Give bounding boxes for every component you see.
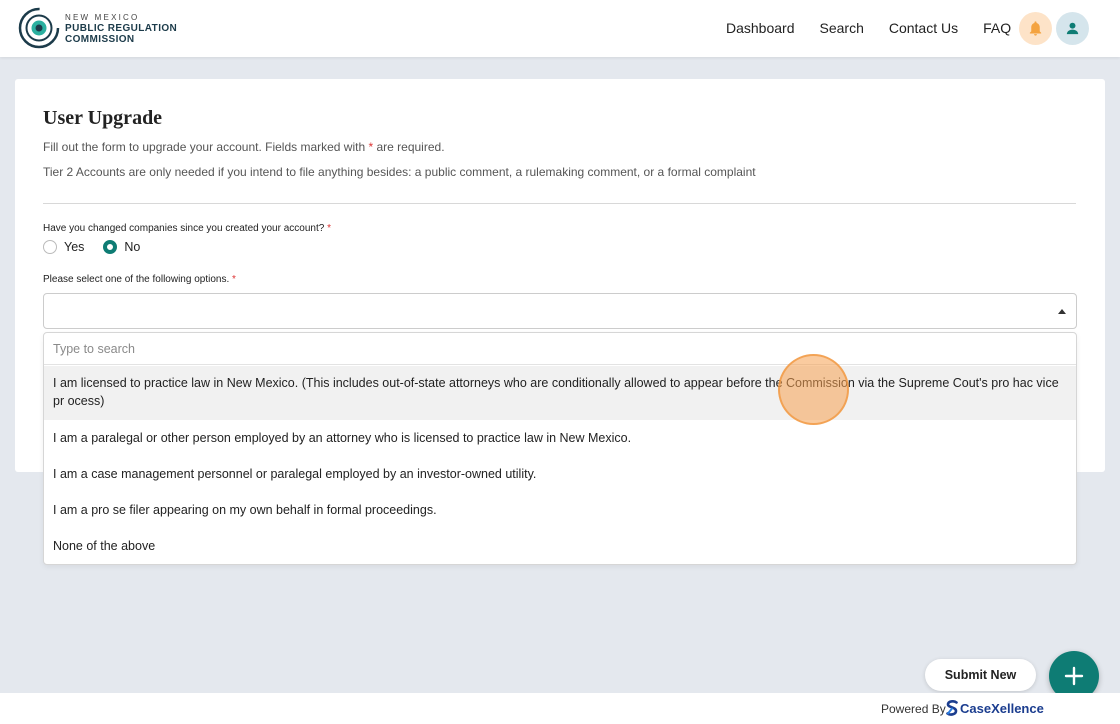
logo-line3: COMMISSION [65,34,135,45]
nav-search[interactable]: Search [820,20,864,36]
dropdown-option[interactable]: I am a pro se filer appearing on my own … [44,501,1076,527]
radio-no-label[interactable]: No [124,240,140,254]
dropdown-option[interactable]: None of the above [44,537,1076,563]
nmprc-logo[interactable]: NEW MEXICO PUBLIC REGULATION COMMISSION [18,7,218,51]
user-icon [1066,22,1079,35]
brand-name: CaseXellence [960,700,1044,716]
plus-icon [1064,666,1084,686]
changed-companies-label: Have you changed companies since you cre… [43,223,331,234]
nav-faq[interactable]: FAQ [983,20,1011,36]
radio-yes[interactable] [43,240,57,254]
logo-mark-icon [18,7,60,49]
divider [43,203,1076,204]
dropdown-option[interactable]: I am licensed to practice law in New Mex… [44,366,1076,420]
logo-line2: PUBLIC REGULATION [65,23,178,34]
tier2-note: Tier 2 Accounts are only needed if you i… [43,165,756,179]
radio-yes-label[interactable]: Yes [64,240,84,254]
dropdown-option[interactable]: I am a case management personnel or para… [44,465,1076,491]
nav-contact-us[interactable]: Contact Us [889,20,958,36]
footer: Powered By CaseXellence [0,693,1120,724]
radio-no[interactable] [103,240,118,254]
changed-companies-radio-group: Yes No [43,240,159,254]
nav-dashboard[interactable]: Dashboard [726,20,795,36]
options-select[interactable] [43,293,1077,329]
bell-icon [1029,21,1042,36]
logo-line1: NEW MEXICO [65,13,140,22]
form-description: Fill out the form to upgrade your accoun… [43,140,445,154]
page-title: User Upgrade [43,107,163,129]
top-header: NEW MEXICO PUBLIC REGULATION COMMISSION … [0,0,1120,57]
options-dropdown: I am licensed to practice law in New Mex… [43,332,1077,565]
caret-up-icon[interactable] [1058,309,1066,314]
casexellence-s-icon [946,700,958,716]
dropdown-option[interactable]: I am a paralegal or other person employe… [44,429,1076,455]
powered-by-text: Powered By [881,702,946,716]
notifications-button[interactable] [1019,12,1052,45]
submit-new-label[interactable]: Submit New [925,659,1036,691]
options-select-label: Please select one of the following optio… [43,274,236,285]
main-nav: Dashboard Search Contact Us FAQ [726,20,1011,36]
casexellence-logo[interactable]: CaseXellence [946,700,1044,716]
account-button[interactable] [1056,12,1089,45]
dropdown-search-input[interactable] [44,333,1076,365]
